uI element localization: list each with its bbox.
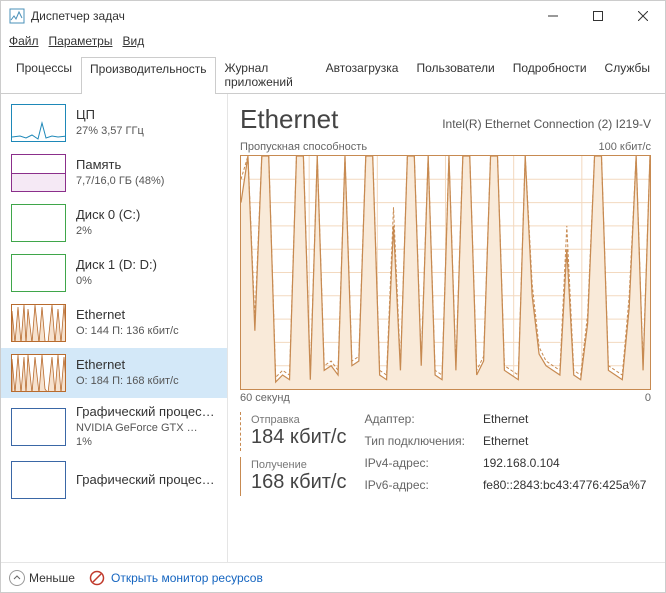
sidebar-item-memory[interactable]: Память 7,7/16,0 ГБ (48%)	[1, 148, 227, 198]
gpu-thumb-icon	[11, 408, 66, 446]
sidebar-item-label: Графический процессор	[76, 472, 216, 489]
titlebar: Диспетчер задач	[1, 1, 665, 31]
sidebar-item-cpu[interactable]: ЦП 27% 3,57 ГГц	[1, 98, 227, 148]
app-icon	[9, 8, 25, 24]
prop-ipv6-key: IPv6-адрес:	[364, 478, 464, 492]
sidebar-item-sub: О: 184 П: 168 кбит/с	[76, 374, 179, 388]
open-resource-monitor-link[interactable]: Открыть монитор ресурсов	[89, 570, 263, 586]
sidebar-item-sub: О: 144 П: 136 кбит/с	[76, 324, 179, 338]
sidebar-item-sub: 2%	[76, 224, 140, 238]
tab-services[interactable]: Службы	[596, 56, 659, 93]
throughput-chart	[240, 155, 651, 390]
sidebar-item-label: ЦП	[76, 107, 144, 124]
sidebar-item-sub: 27% 3,57 ГГц	[76, 124, 144, 138]
prop-conn-val: Ethernet	[483, 434, 646, 448]
recv-label: Получение	[251, 459, 346, 471]
minimize-button[interactable]	[530, 1, 575, 31]
cpu-thumb-icon	[11, 104, 66, 142]
sidebar-item-sub: 7,7/16,0 ГБ (48%)	[76, 174, 164, 188]
tab-startup[interactable]: Автозагрузка	[317, 56, 408, 93]
memory-thumb-icon	[11, 154, 66, 192]
chevron-up-icon	[9, 570, 25, 586]
chart-axis-left: 60 секунд	[240, 392, 290, 404]
sidebar-item-label: Диск 0 (C:)	[76, 207, 140, 224]
send-label: Отправка	[251, 414, 346, 426]
recv-value: 168 кбит/с	[251, 471, 346, 494]
maximize-button[interactable]	[575, 1, 620, 31]
sidebar-item-gpu1[interactable]: Графический процессор	[1, 455, 227, 505]
disk-thumb-icon	[11, 204, 66, 242]
menu-view[interactable]: Вид	[122, 34, 144, 48]
properties-grid: Адаптер: Ethernet Тип подключения: Ether…	[364, 412, 646, 496]
prop-ipv4-val: 192.168.0.104	[483, 456, 646, 470]
body: ЦП 27% 3,57 ГГц Память 7,7/16,0 ГБ (48%)…	[1, 94, 665, 562]
sidebar-item-sub: 0%	[76, 274, 157, 288]
disk-thumb-icon	[11, 254, 66, 292]
tab-performance[interactable]: Производительность	[81, 57, 215, 94]
sidebar-item-label: Ethernet	[76, 357, 179, 374]
menubar: Файл Параметры Вид	[1, 31, 665, 51]
sidebar-item-label: Диск 1 (D: D:)	[76, 257, 157, 274]
recv-block: Получение 168 кбит/с	[240, 457, 346, 496]
sidebar-item-disk1[interactable]: Диск 1 (D: D:) 0%	[1, 248, 227, 298]
close-button[interactable]	[620, 1, 665, 31]
chart-label-right: 100 кбит/с	[598, 141, 651, 153]
sidebar: ЦП 27% 3,57 ГГц Память 7,7/16,0 ГБ (48%)…	[1, 94, 228, 562]
tabs: Процессы Производительность Журнал прило…	[1, 54, 665, 94]
sidebar-item-label: Графический процессор	[76, 404, 216, 421]
menu-file[interactable]: Файл	[9, 34, 39, 48]
open-resource-monitor-label: Открыть монитор ресурсов	[111, 571, 263, 585]
footer: Меньше Открыть монитор ресурсов	[1, 562, 665, 592]
send-value: 184 кбит/с	[251, 426, 346, 449]
tab-details[interactable]: Подробности	[504, 56, 596, 93]
sidebar-item-disk0[interactable]: Диск 0 (C:) 2%	[1, 198, 227, 248]
prop-adapter-val: Ethernet	[483, 412, 646, 426]
send-block: Отправка 184 кбит/с	[240, 412, 346, 451]
fewer-details-button[interactable]: Меньше	[9, 570, 75, 586]
tab-processes[interactable]: Процессы	[7, 56, 81, 93]
sidebar-item-ethernet0[interactable]: Ethernet О: 144 П: 136 кбит/с	[1, 298, 227, 348]
prop-adapter-key: Адаптер:	[364, 412, 464, 426]
menu-options[interactable]: Параметры	[49, 34, 113, 48]
prop-conn-key: Тип подключения:	[364, 434, 464, 448]
prop-ipv6-val: fe80::2843:bc43:4776:425a%7	[483, 478, 646, 492]
fewer-details-label: Меньше	[29, 571, 75, 585]
sidebar-item-label: Память	[76, 157, 164, 174]
tab-users[interactable]: Пользователи	[407, 56, 503, 93]
sidebar-item-gpu0[interactable]: Графический процессор NVIDIA GeForce GTX…	[1, 398, 227, 455]
gpu-thumb-icon	[11, 461, 66, 499]
main-panel: Ethernet Intel(R) Ethernet Connection (2…	[228, 94, 665, 562]
window-title: Диспетчер задач	[31, 9, 125, 23]
page-title: Ethernet	[240, 104, 338, 135]
sidebar-item-label: Ethernet	[76, 307, 179, 324]
sidebar-item-sub: NVIDIA GeForce GTX …	[76, 421, 216, 435]
prop-ipv4-key: IPv4-адрес:	[364, 456, 464, 470]
chart-axis-right: 0	[645, 392, 651, 404]
ethernet-thumb-icon	[11, 354, 66, 392]
adapter-name: Intel(R) Ethernet Connection (2) I219-V	[442, 117, 651, 131]
ethernet-thumb-icon	[11, 304, 66, 342]
tab-app-history[interactable]: Журнал приложений	[216, 56, 317, 93]
sidebar-item-ethernet1[interactable]: Ethernet О: 184 П: 168 кбит/с	[1, 348, 227, 398]
sidebar-item-sub: 1%	[76, 435, 216, 449]
chart-label-left: Пропускная способность	[240, 141, 367, 153]
resource-monitor-icon	[89, 570, 105, 586]
details: Отправка 184 кбит/с Получение 168 кбит/с…	[240, 412, 651, 496]
